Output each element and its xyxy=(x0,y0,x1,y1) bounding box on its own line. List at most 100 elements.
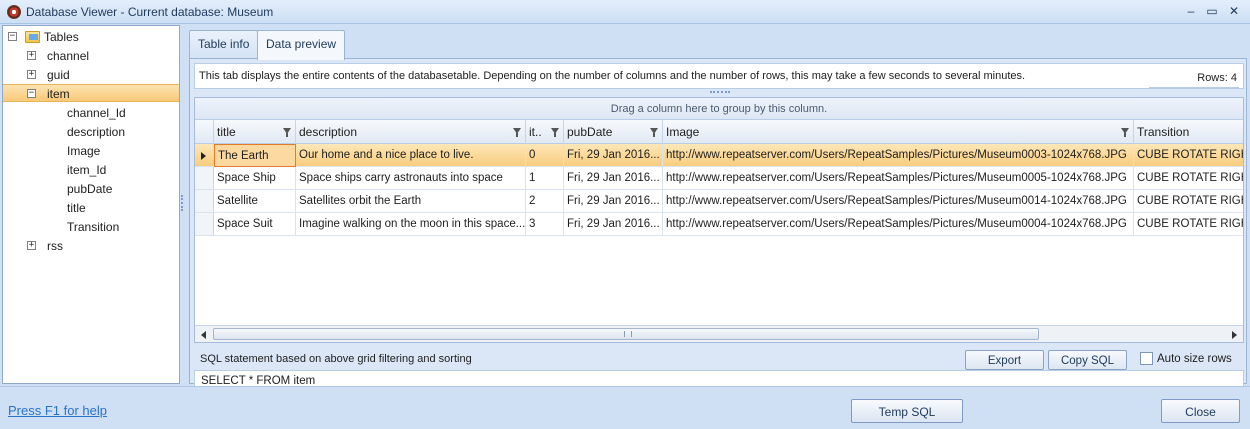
maximize-button[interactable]: ▭ xyxy=(1203,3,1221,19)
resize-grip[interactable] xyxy=(710,91,730,94)
collapse-icon[interactable]: − xyxy=(27,89,36,98)
column-header-label: Transition xyxy=(1137,125,1190,139)
tree-node-label: guid xyxy=(47,68,70,82)
cell-description[interactable]: Space ships carry astronauts into space xyxy=(296,167,526,190)
column-header-label: it.. xyxy=(529,125,542,139)
cell-image[interactable]: http://www.repeatserver.com/Users/Repeat… xyxy=(663,190,1134,213)
temp-sql-button[interactable]: Temp SQL xyxy=(851,399,963,423)
column-header-description[interactable]: description xyxy=(296,120,526,144)
tree-node-label: rss xyxy=(47,239,63,253)
sql-statement-label: SQL statement based on above grid filter… xyxy=(200,353,472,365)
filter-icon[interactable] xyxy=(283,128,291,137)
tree-leaf-title[interactable]: title xyxy=(67,199,86,217)
cell-item-id[interactable]: 0 xyxy=(526,144,564,167)
close-window-button[interactable]: ✕ xyxy=(1225,3,1243,19)
expand-icon[interactable]: + xyxy=(27,241,36,250)
cell-transition[interactable]: CUBE ROTATE RIGHT xyxy=(1134,144,1243,167)
tree-node-label: item xyxy=(47,87,70,101)
cell-item-id[interactable]: 3 xyxy=(526,213,564,236)
tree-node-label: channel xyxy=(47,49,90,63)
info-text: This tab displays the entire contents of… xyxy=(199,70,1026,82)
cell-item-id[interactable]: 1 xyxy=(526,167,564,190)
table-row[interactable]: Space Suit Imagine walking on the moon i… xyxy=(195,213,1243,236)
table-row[interactable]: Space Ship Space ships carry astronauts … xyxy=(195,167,1243,190)
cell-title[interactable]: The Earth xyxy=(214,144,296,167)
window-title: Database Viewer - Current database: Muse… xyxy=(26,5,274,19)
cell-transition[interactable]: CUBE ROTATE RIGHT xyxy=(1134,167,1243,190)
tree-root-tables[interactable]: − Tables xyxy=(3,28,179,46)
tree-node-guid[interactable]: + guid xyxy=(3,66,179,84)
column-header-image[interactable]: Image xyxy=(663,120,1134,144)
tree-node-channel[interactable]: + channel xyxy=(3,47,179,65)
tree-leaf-image[interactable]: Image xyxy=(67,142,100,160)
expand-icon[interactable]: + xyxy=(27,70,36,79)
app-icon xyxy=(7,5,21,19)
splitter-handle[interactable] xyxy=(181,195,184,211)
tree-node-item[interactable]: − item xyxy=(3,84,179,102)
cell-transition[interactable]: CUBE ROTATE RIGHT xyxy=(1134,213,1243,236)
grid-header: title description it.. pubDate Image Tra… xyxy=(195,120,1243,144)
cell-pubdate[interactable]: Fri, 29 Jan 2016... xyxy=(564,190,663,213)
column-header-item-id[interactable]: it.. xyxy=(526,120,564,144)
data-grid: Drag a column here to group by this colu… xyxy=(194,97,1244,343)
cell-pubdate[interactable]: Fri, 29 Jan 2016... xyxy=(564,144,663,167)
footer-bar: Press F1 for help Temp SQL Close xyxy=(0,386,1250,429)
collapse-icon[interactable]: − xyxy=(8,32,17,41)
cell-title[interactable]: Satellite xyxy=(214,190,296,213)
scroll-right-icon[interactable] xyxy=(1232,331,1237,339)
scrollbar-thumb[interactable] xyxy=(213,328,1039,340)
table-row[interactable]: Satellite Satellites orbit the Earth 2 F… xyxy=(195,190,1243,213)
filter-icon[interactable] xyxy=(551,128,559,137)
cell-image[interactable]: http://www.repeatserver.com/Users/Repeat… xyxy=(663,167,1134,190)
cell-description[interactable]: Imagine walking on the moon in this spac… xyxy=(296,213,526,236)
main-panel: Table info Data preview This tab display… xyxy=(185,27,1249,410)
column-header-title[interactable]: title xyxy=(214,120,296,144)
cell-pubdate[interactable]: Fri, 29 Jan 2016... xyxy=(564,167,663,190)
tree-leaf-pubdate[interactable]: pubDate xyxy=(67,180,112,198)
tree-leaf-item-id[interactable]: item_Id xyxy=(67,161,106,179)
tree-root-label: Tables xyxy=(44,30,79,44)
filter-icon[interactable] xyxy=(513,128,521,137)
close-button[interactable]: Close xyxy=(1161,399,1240,423)
tab-table-info[interactable]: Table info xyxy=(189,30,259,58)
column-header-transition[interactable]: Transition xyxy=(1134,120,1243,144)
cell-title[interactable]: Space Suit xyxy=(214,213,296,236)
auto-size-rows-label: Auto size rows xyxy=(1157,353,1232,365)
indicator-header xyxy=(195,120,214,144)
info-bar: This tab displays the entire contents of… xyxy=(194,63,1244,89)
help-link[interactable]: Press F1 for help xyxy=(8,403,107,418)
group-by-panel[interactable]: Drag a column here to group by this colu… xyxy=(195,98,1243,120)
tab-data-preview[interactable]: Data preview xyxy=(257,30,346,60)
column-header-label: pubDate xyxy=(567,125,613,139)
copy-sql-button[interactable]: Copy SQL xyxy=(1048,350,1127,370)
cell-image[interactable]: http://www.repeatserver.com/Users/Repeat… xyxy=(663,213,1134,236)
cell-title[interactable]: Space Ship xyxy=(214,167,296,190)
column-header-label: description xyxy=(299,125,358,139)
table-tree: − Tables + channel + guid − item channel… xyxy=(2,25,180,384)
tree-leaf-transition[interactable]: Transition xyxy=(67,218,119,236)
cell-image[interactable]: http://www.repeatserver.com/Users/Repeat… xyxy=(663,144,1134,167)
data-preview-panel: This tab displays the entire contents of… xyxy=(189,58,1247,410)
title-bar: Database Viewer - Current database: Muse… xyxy=(0,0,1250,24)
tree-node-rss[interactable]: + rss xyxy=(3,237,179,255)
tree-leaf-description[interactable]: description xyxy=(67,123,125,141)
current-row-icon xyxy=(201,152,206,160)
minimize-button[interactable]: ‒ xyxy=(1182,3,1200,19)
filter-icon[interactable] xyxy=(650,128,658,137)
cell-description[interactable]: Our home and a nice place to live. xyxy=(296,144,526,167)
auto-size-rows-checkbox[interactable] xyxy=(1140,352,1153,365)
expand-icon[interactable]: + xyxy=(27,51,36,60)
column-header-label: title xyxy=(217,125,236,139)
filter-icon[interactable] xyxy=(1121,128,1129,137)
cell-description[interactable]: Satellites orbit the Earth xyxy=(296,190,526,213)
cell-transition[interactable]: CUBE ROTATE RIGHT xyxy=(1134,190,1243,213)
table-row[interactable]: The Earth Our home and a nice place to l… xyxy=(195,144,1243,167)
cell-item-id[interactable]: 2 xyxy=(526,190,564,213)
column-header-pubdate[interactable]: pubDate xyxy=(564,120,663,144)
cell-pubdate[interactable]: Fri, 29 Jan 2016... xyxy=(564,213,663,236)
scroll-left-icon[interactable] xyxy=(201,331,206,339)
tree-leaf-channel-id[interactable]: channel_Id xyxy=(67,104,126,122)
export-button[interactable]: Export xyxy=(965,350,1044,370)
horizontal-scrollbar[interactable] xyxy=(195,325,1243,342)
rows-count: Rows: 4 xyxy=(1197,72,1237,84)
